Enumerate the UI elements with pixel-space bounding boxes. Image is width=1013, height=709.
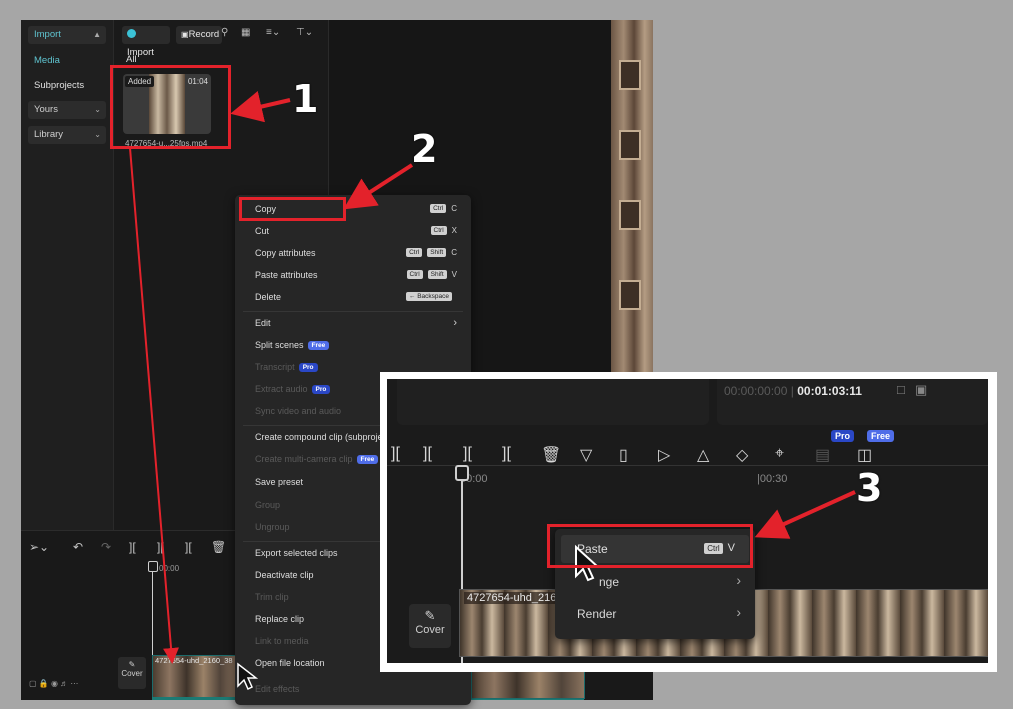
step-number-2: 2 bbox=[411, 127, 438, 171]
step-number-3: 3 bbox=[856, 466, 883, 510]
arrow-drag bbox=[129, 147, 179, 664]
arrow-2 bbox=[343, 163, 414, 210]
annotation-arrows bbox=[129, 91, 856, 664]
arrow-1 bbox=[230, 91, 291, 123]
step-number-1: 1 bbox=[292, 77, 319, 121]
arrow-3 bbox=[754, 490, 856, 539]
